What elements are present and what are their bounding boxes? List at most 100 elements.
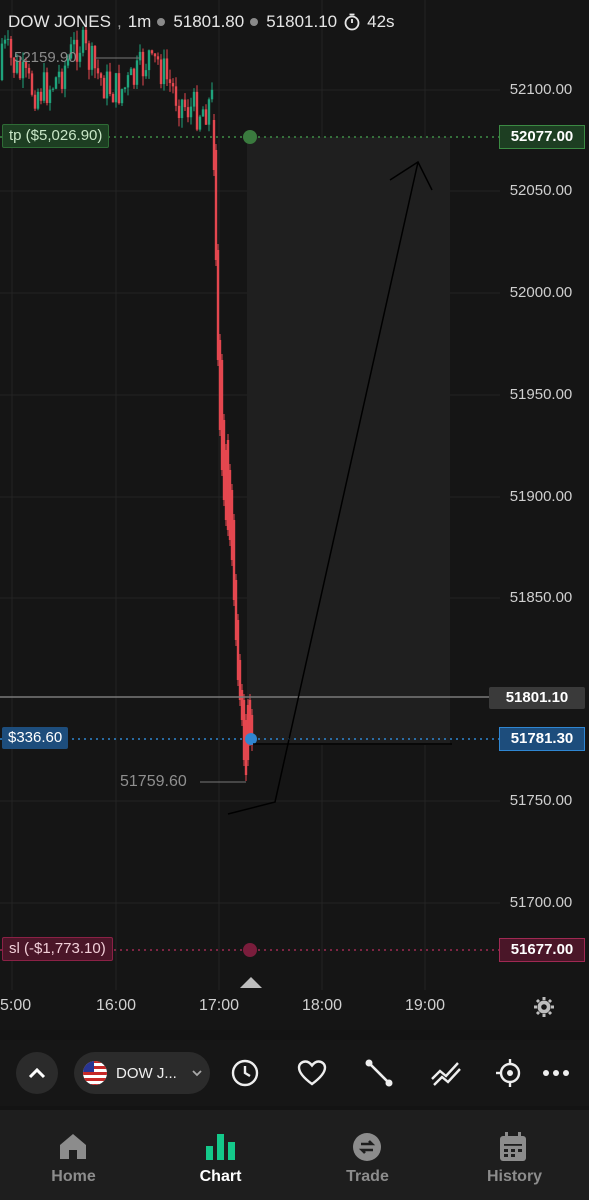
candle-body [36, 91, 40, 109]
candle-body [138, 51, 142, 61]
candle-body [180, 99, 184, 119]
nav-home-label: Home [51, 1168, 96, 1185]
crosshair-icon [496, 1059, 521, 1087]
bid-dot-icon [157, 18, 166, 26]
candle-body [117, 73, 121, 104]
candle-body [174, 86, 178, 106]
settings-gear-icon[interactable] [533, 996, 555, 1023]
candle-body [144, 70, 148, 77]
candle-body [135, 60, 139, 85]
symbol-selector-label: DOW J... [116, 1064, 177, 1082]
exchange-icon [353, 1133, 381, 1161]
scroll-indicator-icon[interactable] [240, 977, 262, 988]
home-icon [60, 1134, 86, 1159]
candle-body [6, 38, 10, 40]
chevron-up-icon [28, 1067, 46, 1079]
price-axis-label: 51750.00 [509, 792, 573, 809]
position-handle[interactable] [245, 733, 257, 745]
price-axis-label: 51950.00 [509, 386, 573, 403]
tp-handle[interactable] [243, 130, 257, 144]
nav-trade[interactable]: Trade [294, 1110, 441, 1200]
candle-body [189, 106, 193, 118]
chart-area[interactable]: DOW JONES , 1m 51801.80 51801.10 42s 521… [0, 0, 589, 1030]
timer-icon [343, 13, 361, 31]
candle-body [72, 39, 76, 45]
candle-body [183, 99, 187, 108]
candle-body [150, 50, 154, 54]
candle-body [201, 109, 205, 117]
candle-body [93, 45, 97, 69]
price-axis-label: 51850.00 [509, 589, 573, 606]
trend-line-tool-button[interactable] [360, 1052, 398, 1094]
crosshair-button[interactable] [495, 1052, 525, 1094]
nav-trade-label: Trade [346, 1168, 389, 1185]
take-profit-tag[interactable]: tp ($5,026.90) [2, 124, 110, 148]
candle-countdown: 42s [367, 12, 395, 31]
candle-body [153, 53, 157, 57]
time-axis-label: 18:00 [302, 997, 343, 1014]
nav-history-label: History [486, 1168, 543, 1185]
bottom-navigation: Home Chart Trade History [0, 1110, 589, 1200]
ask-price: 51801.10 [266, 12, 338, 31]
candle-body [195, 91, 199, 130]
candle-body [111, 93, 115, 103]
candle-body [51, 88, 55, 90]
us-flag-icon [83, 1061, 107, 1085]
candle-body [186, 107, 190, 118]
candle-body [42, 72, 46, 101]
candle-body [30, 73, 34, 95]
candle-body [162, 58, 166, 85]
time-axis-label: 17:00 [199, 997, 240, 1014]
position-price-tag: 51781.30 [499, 727, 585, 751]
price-chart[interactable] [0, 0, 589, 1030]
trend-line-icon [365, 1059, 393, 1087]
candle-body [129, 68, 133, 76]
candle-body [60, 71, 64, 89]
nav-chart[interactable]: Chart [147, 1110, 294, 1200]
nav-history[interactable]: History [441, 1110, 588, 1200]
chevron-down-icon [192, 1070, 202, 1077]
price-axis-label: 52100.00 [509, 81, 573, 98]
candle-body [90, 45, 94, 70]
sl-handle[interactable] [243, 943, 257, 957]
candle-body [165, 58, 169, 80]
timeframe-button[interactable] [226, 1052, 264, 1094]
more-button[interactable] [540, 1052, 572, 1094]
favorite-button[interactable] [293, 1052, 331, 1094]
collapse-button[interactable] [16, 1052, 58, 1094]
price-axis-label: 51700.00 [509, 894, 573, 911]
symbol-name: DOW JONES [8, 12, 111, 31]
candle-body [168, 79, 172, 84]
bar-chart-icon [206, 1134, 235, 1160]
candle-body [192, 91, 196, 107]
stop-loss-tag[interactable]: sl (-$1,773.10) [2, 937, 113, 961]
candle-body [54, 77, 58, 89]
candle-body [3, 39, 7, 44]
high-marker-label: 52159.90 [14, 49, 77, 66]
position-pnl-tag[interactable]: $336.60 [2, 727, 69, 749]
more-icon [543, 1070, 569, 1076]
indicator-icon [431, 1062, 461, 1086]
price-axis-label: 51900.00 [509, 488, 573, 505]
candle-body [27, 67, 31, 74]
time-axis-label: 19:00 [405, 997, 446, 1014]
symbol-selector[interactable]: DOW J... [74, 1052, 210, 1094]
candle-body [96, 68, 100, 74]
chart-header: DOW JONES , 1m 51801.80 51801.10 42s [8, 12, 395, 31]
calendar-icon [500, 1132, 526, 1161]
price-axis-label: 52000.00 [509, 284, 573, 301]
candle-body [33, 94, 37, 109]
candle-body [48, 89, 52, 103]
candle-body [177, 105, 181, 119]
candle-body [102, 77, 106, 99]
candle-body [87, 43, 91, 70]
candle-body [159, 59, 163, 85]
bid-price: 51801.80 [173, 12, 245, 31]
candle-body [132, 68, 136, 85]
candle-body [108, 71, 112, 94]
candle-body [114, 73, 118, 103]
candle-body [123, 87, 127, 90]
indicators-button[interactable] [427, 1052, 465, 1094]
candle-body [9, 38, 13, 58]
nav-home[interactable]: Home [0, 1110, 147, 1200]
